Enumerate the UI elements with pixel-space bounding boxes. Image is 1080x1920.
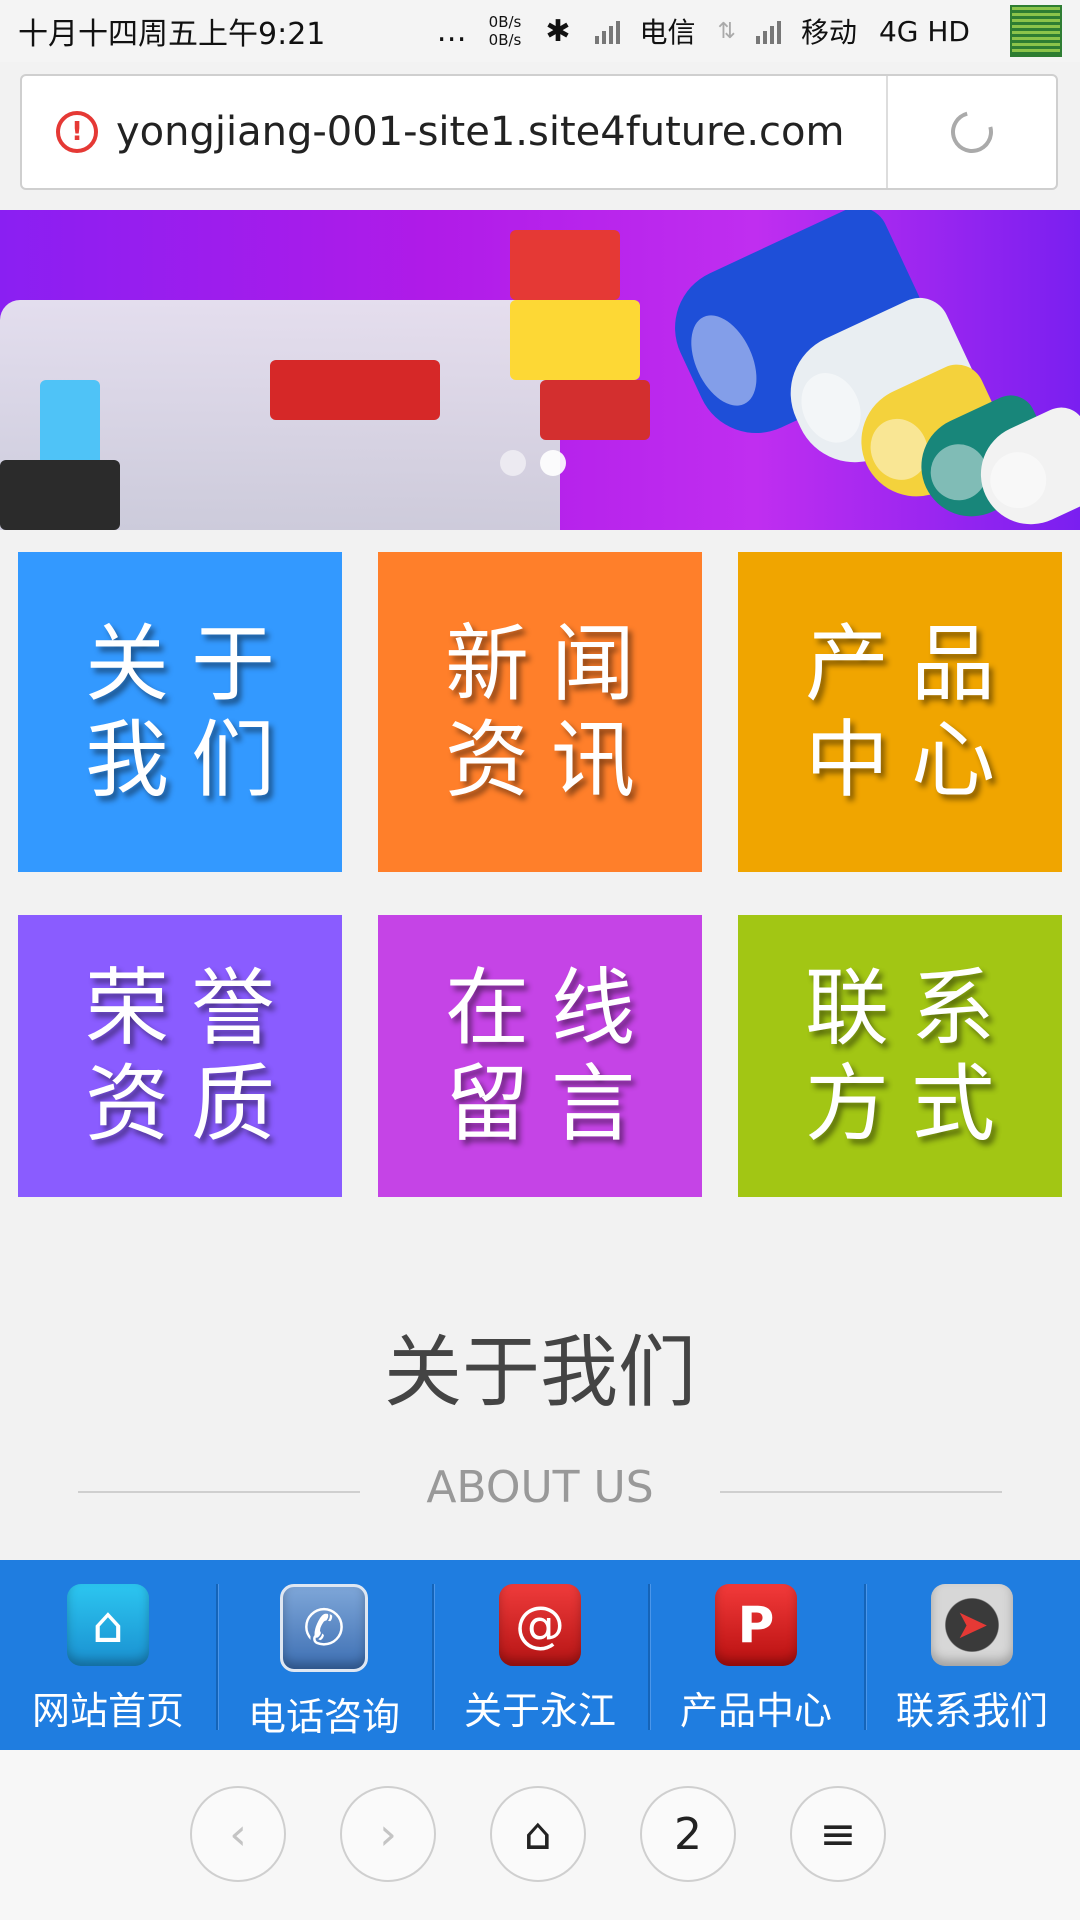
tabs-button[interactable]: 2 bbox=[640, 1786, 736, 1882]
banner-product-box-2 bbox=[510, 230, 620, 300]
tile-label: 联系 方式 bbox=[804, 959, 1017, 1153]
carrier-2: 移动 bbox=[800, 16, 857, 49]
nav-home[interactable]: ⌂ 网站首页 bbox=[0, 1560, 216, 1750]
about-icon: @ bbox=[499, 1584, 581, 1666]
app-notification-icon bbox=[1010, 5, 1062, 57]
bottom-nav: ⌂ 网站首页 ✆ 电话咨询 @ 关于永江 P 产品中心 ➤ 联系我们 bbox=[0, 1560, 1080, 1750]
banner-carousel[interactable] bbox=[0, 210, 1080, 530]
browser-toolbar: ‹ › ⌂ 2 ≡ bbox=[0, 1750, 1080, 1920]
network-type: 4G HD bbox=[878, 14, 970, 48]
tile-products[interactable]: 产品 中心 bbox=[738, 552, 1062, 872]
tile-message[interactable]: 在线 留言 bbox=[378, 915, 702, 1197]
bluetooth-icon: ✱ bbox=[545, 13, 571, 49]
banner-product-box-3 bbox=[510, 300, 640, 380]
carousel-dot-1[interactable] bbox=[500, 450, 526, 476]
status-bar: 十月十四周五上午9:21 … 0B/s 0B/s ✱ 电信 ⇅ 移动 4G HD bbox=[0, 0, 1080, 62]
reload-icon bbox=[943, 103, 1001, 161]
banner-product-roll-black bbox=[0, 460, 120, 530]
tile-honors[interactable]: 荣誉 资质 bbox=[18, 915, 342, 1197]
tile-contact[interactable]: 联系 方式 bbox=[738, 915, 1062, 1197]
tile-label: 关于 我们 bbox=[84, 615, 297, 809]
warning-icon[interactable]: ! bbox=[56, 111, 98, 153]
tile-news[interactable]: 新闻 资讯 bbox=[378, 552, 702, 872]
divider-right bbox=[720, 1491, 1002, 1493]
net-speed-down: 0B/s bbox=[488, 31, 522, 49]
address-bar[interactable]: ! yongjiang-001-site1.site4future.com bbox=[20, 74, 1058, 190]
nav-contact[interactable]: ➤ 联系我们 bbox=[864, 1560, 1080, 1750]
carousel-dot-2[interactable] bbox=[540, 450, 566, 476]
tile-label: 荣誉 资质 bbox=[84, 959, 297, 1153]
status-indicators: … 0B/s 0B/s ✱ 电信 ⇅ 移动 4G HD bbox=[437, 5, 1062, 57]
reload-button[interactable] bbox=[888, 76, 1056, 188]
banner-product-box-4 bbox=[540, 380, 650, 440]
compass-icon: ➤ bbox=[931, 1584, 1013, 1666]
menu-button[interactable]: ≡ bbox=[790, 1786, 886, 1882]
phone-icon: ✆ bbox=[280, 1584, 368, 1672]
nav-about[interactable]: @ 关于永江 bbox=[432, 1560, 648, 1750]
nav-phone[interactable]: ✆ 电话咨询 bbox=[216, 1560, 432, 1750]
nav-products[interactable]: P 产品中心 bbox=[648, 1560, 864, 1750]
status-time: 十月十四周五上午9:21 bbox=[18, 17, 326, 52]
tile-about-us[interactable]: 关于 我们 bbox=[18, 552, 342, 872]
forward-button[interactable]: › bbox=[340, 1786, 436, 1882]
back-button[interactable]: ‹ bbox=[190, 1786, 286, 1882]
more-notifications-icon: … bbox=[436, 13, 469, 49]
section-subtitle: ABOUT US bbox=[426, 1462, 654, 1513]
product-icon: P bbox=[715, 1584, 797, 1666]
data-transfer-icon: ⇅ bbox=[717, 18, 736, 44]
carrier-1: 电信 bbox=[639, 16, 696, 49]
tile-label: 新闻 资讯 bbox=[444, 615, 657, 809]
nav-label: 产品中心 bbox=[679, 1689, 832, 1733]
nav-label: 关于永江 bbox=[463, 1689, 616, 1733]
home-icon: ⌂ bbox=[67, 1584, 149, 1666]
nav-label: 联系我们 bbox=[895, 1689, 1048, 1733]
tile-label: 产品 中心 bbox=[804, 615, 1017, 809]
nav-label: 网站首页 bbox=[31, 1689, 184, 1733]
net-speed-up: 0B/s bbox=[488, 13, 522, 31]
tile-label: 在线 留言 bbox=[444, 959, 657, 1153]
carousel-indicator bbox=[500, 450, 566, 476]
nav-label: 电话咨询 bbox=[247, 1695, 400, 1739]
tab-count: 2 bbox=[674, 1808, 702, 1860]
signal-icon bbox=[594, 18, 620, 44]
section-title: 关于我们 bbox=[383, 1328, 696, 1418]
signal-icon-2 bbox=[755, 18, 781, 44]
net-speed: 0B/s 0B/s bbox=[489, 13, 522, 49]
url-text[interactable]: yongjiang-001-site1.site4future.com bbox=[116, 109, 886, 155]
home-button[interactable]: ⌂ bbox=[490, 1786, 586, 1882]
banner-product-box bbox=[270, 360, 440, 420]
